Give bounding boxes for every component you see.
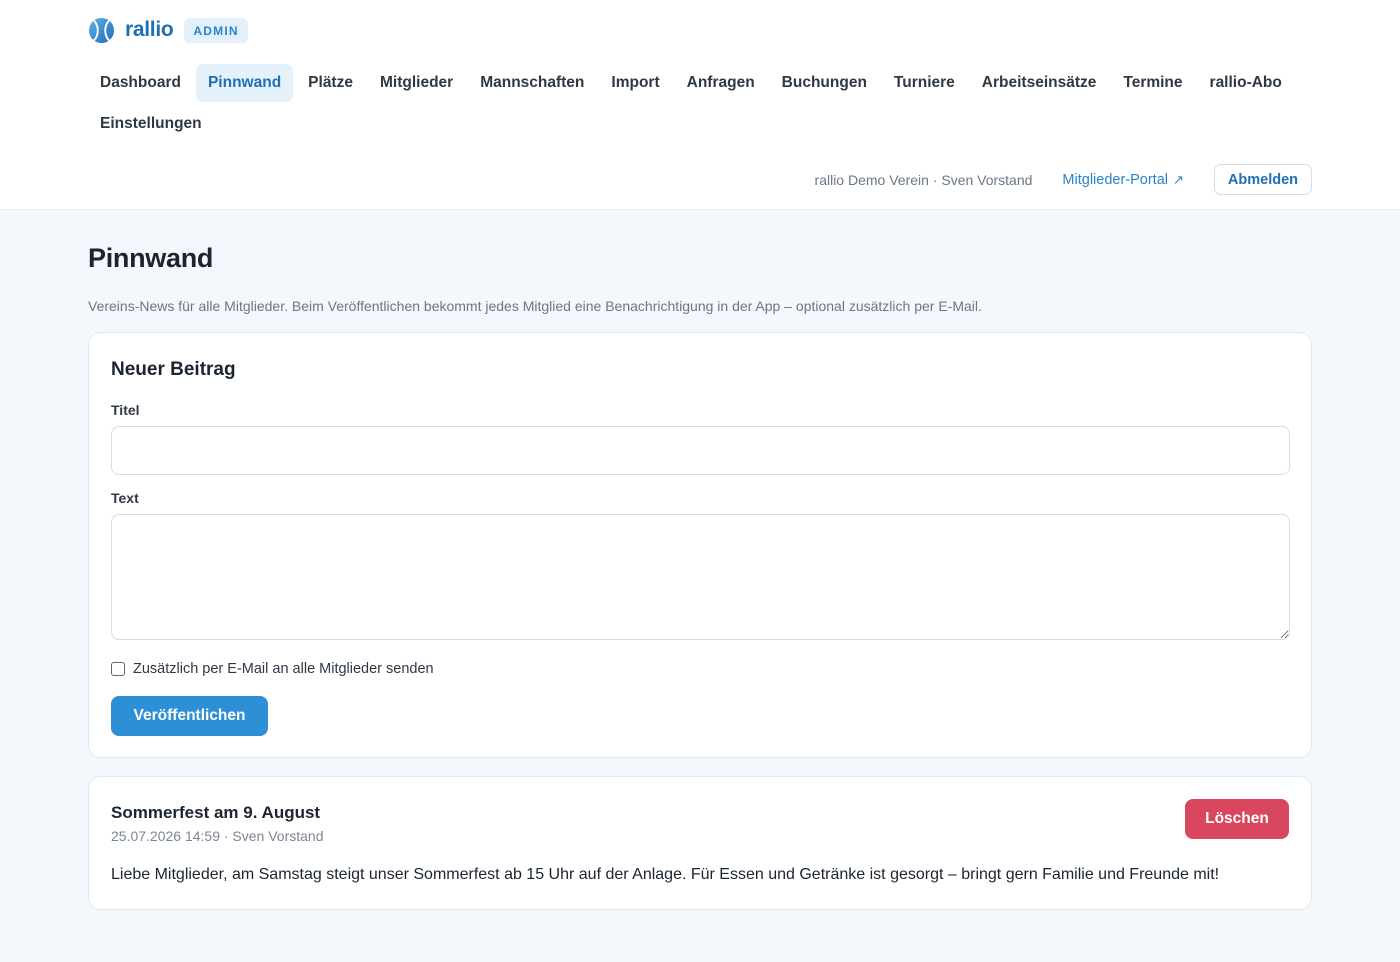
page-title: Pinnwand bbox=[88, 243, 214, 273]
page-description: Vereins-News für alle Mitglieder. Beim V… bbox=[88, 298, 982, 314]
post-body: Liebe Mitglieder, am Samstag steigt unse… bbox=[111, 866, 1220, 883]
nav-item-mitglieder[interactable]: Mitglieder bbox=[368, 64, 465, 102]
email-option[interactable]: Zusätzlich per E-Mail an alle Mitglieder… bbox=[111, 660, 434, 678]
new-post-heading: Neuer Beitrag bbox=[111, 359, 236, 380]
post-card: Sommerfest am 9. August 25.07.2026 14:59… bbox=[88, 776, 1312, 910]
text-input[interactable] bbox=[111, 514, 1290, 640]
nav-item-arbeitseinsaetze[interactable]: Arbeitseinsätze bbox=[970, 64, 1109, 102]
post-title: Sommerfest am 9. August bbox=[111, 803, 321, 822]
nav-item-dashboard[interactable]: Dashboard bbox=[88, 64, 193, 102]
nav-item-mannschaften[interactable]: Mannschaften bbox=[468, 64, 596, 102]
admin-badge: ADMIN bbox=[184, 17, 248, 43]
tennis-ball-icon bbox=[88, 17, 115, 43]
nav-item-turniere[interactable]: Turniere bbox=[882, 64, 967, 102]
brand-name: rallio bbox=[125, 18, 174, 41]
member-portal-link[interactable]: Mitglieder-Portal ↗ bbox=[1062, 172, 1183, 188]
title-input[interactable] bbox=[111, 426, 1290, 475]
new-post-card: Neuer Beitrag Titel Text Zusätzlich per … bbox=[88, 332, 1312, 758]
nav-item-einstellungen[interactable]: Einstellungen bbox=[88, 105, 214, 143]
nav-item-rallio-abo[interactable]: rallio-Abo bbox=[1198, 64, 1294, 102]
top-header: rallio ADMIN Dashboard Pinnwand Plätze M… bbox=[0, 0, 1400, 210]
brand[interactable]: rallio ADMIN bbox=[88, 16, 248, 44]
member-portal-label: Mitglieder-Portal bbox=[1062, 171, 1168, 188]
title-label: Titel bbox=[111, 402, 140, 418]
post-meta: 25.07.2026 14:59 · Sven Vorstand bbox=[111, 828, 324, 844]
nav-item-plaetze[interactable]: Plätze bbox=[296, 64, 365, 102]
nav-item-anfragen[interactable]: Anfragen bbox=[675, 64, 767, 102]
external-link-icon: ↗ bbox=[1173, 171, 1184, 187]
club-user-info: rallio Demo Verein · Sven Vorstand bbox=[814, 171, 1033, 188]
nav-item-buchungen[interactable]: Buchungen bbox=[770, 64, 879, 102]
nav-item-pinnwand[interactable]: Pinnwand bbox=[195, 64, 294, 102]
email-checkbox[interactable] bbox=[111, 662, 125, 676]
nav-item-import[interactable]: Import bbox=[599, 64, 671, 102]
logout-button[interactable]: Abmelden bbox=[1213, 164, 1312, 195]
email-checkbox-label[interactable]: Zusätzlich per E-Mail an alle Mitglieder… bbox=[133, 661, 434, 677]
text-label: Text bbox=[111, 490, 139, 506]
delete-post-button[interactable]: Löschen bbox=[1185, 799, 1289, 839]
nav-item-termine[interactable]: Termine bbox=[1111, 64, 1194, 102]
user-bar: rallio Demo Verein · Sven Vorstand Mitgl… bbox=[815, 164, 1312, 195]
publish-button[interactable]: Veröffentlichen bbox=[111, 696, 268, 736]
main-nav: Dashboard Pinnwand Plätze Mitglieder Man… bbox=[88, 64, 1318, 143]
